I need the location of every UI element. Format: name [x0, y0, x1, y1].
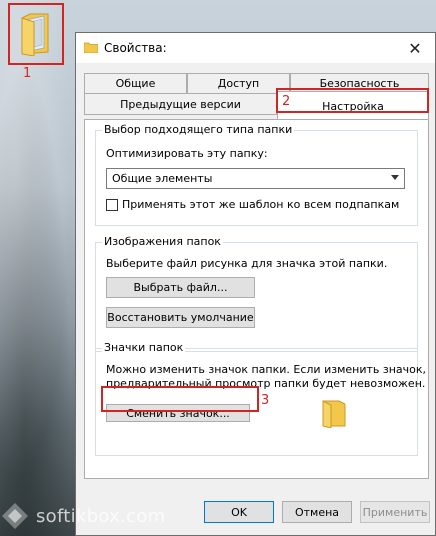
watermark: softikbox.com: [0, 501, 166, 531]
callout-box-1: [8, 3, 64, 65]
callout-number-1: 1: [23, 66, 32, 81]
chevron-down-icon: [391, 175, 399, 180]
folder-images-group: Изображения папок Выберите файл рисунка …: [95, 235, 418, 352]
folder-preview-icon: [322, 400, 346, 428]
group-label: Значки папок: [102, 341, 186, 354]
folder-icon: [84, 42, 98, 53]
close-button[interactable]: ✕: [395, 33, 435, 63]
tab-sharing[interactable]: Доступ: [187, 73, 290, 94]
ok-button[interactable]: OK: [204, 501, 274, 523]
restore-default-button[interactable]: Восстановить умолчание: [106, 307, 255, 328]
apply-subfolders-checkbox[interactable]: [106, 199, 118, 211]
folder-image-hint: Выберите файл рисунка для значка этой па…: [106, 257, 388, 270]
button-label: Применить: [362, 505, 428, 519]
button-label: Выбрать файл...: [133, 281, 228, 294]
icon-description-line-1: Можно изменить значок папки. Если измени…: [106, 363, 427, 376]
optimize-label: Оптимизировать эту папку:: [106, 147, 268, 160]
button-label: Восстановить умолчание: [107, 311, 254, 324]
tab-label: Предыдущие версии: [120, 97, 241, 111]
tab-general[interactable]: Общие: [84, 73, 187, 94]
group-label: Изображения папок: [102, 235, 223, 248]
apply-subfolders-label: Применять этот же шаблон ко всем подпапк…: [122, 198, 400, 211]
callout-number-3: 3: [261, 393, 270, 408]
callout-box-3: [101, 386, 259, 412]
softikbox-logo-icon: [2, 503, 28, 529]
close-icon: ✕: [408, 38, 422, 58]
choose-file-button[interactable]: Выбрать файл...: [106, 277, 255, 298]
desktop-background: [0, 0, 80, 536]
folder-type-select[interactable]: Общие элементы: [106, 168, 405, 189]
tab-label: Общие: [115, 77, 156, 90]
button-label: OK: [231, 505, 247, 519]
group-label: Выбор подходящего типа папки: [102, 123, 295, 136]
button-label: Отмена: [294, 505, 340, 519]
select-value: Общие элементы: [112, 172, 213, 185]
callout-box-2: [276, 88, 429, 113]
title-bar[interactable]: Свойства: ✕: [76, 33, 435, 63]
window-title: Свойства:: [104, 41, 167, 55]
watermark-text: softikbox.com: [36, 505, 166, 527]
customize-panel: Выбор подходящего типа папки Оптимизиров…: [84, 119, 429, 479]
tab-previous-versions[interactable]: Предыдущие версии: [84, 93, 277, 115]
cancel-button[interactable]: Отмена: [282, 501, 352, 523]
callout-number-2: 2: [282, 94, 291, 109]
tab-label: Доступ: [217, 77, 260, 90]
apply-button[interactable]: Применить: [360, 501, 430, 523]
folder-type-group: Выбор подходящего типа папки Оптимизиров…: [95, 123, 418, 226]
